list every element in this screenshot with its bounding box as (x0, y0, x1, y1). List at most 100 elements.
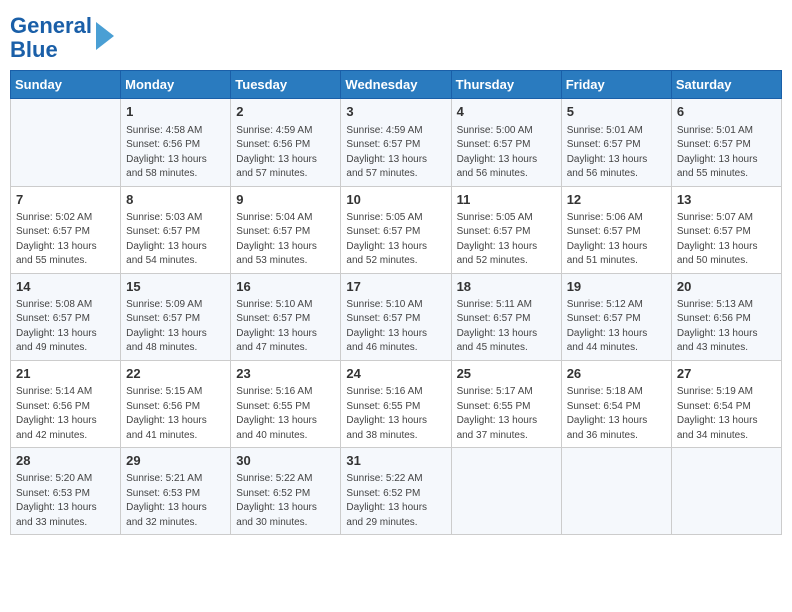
day-number: 22 (126, 365, 225, 383)
day-number: 18 (457, 278, 556, 296)
calendar-cell: 22 Sunrise: 5:15 AM Sunset: 6:56 PM Dayli… (121, 360, 231, 447)
day-number: 10 (346, 191, 445, 209)
calendar-cell: 12 Sunrise: 5:06 AM Sunset: 6:57 PM Dayli… (561, 186, 671, 273)
calendar-cell: 28 Sunrise: 5:20 AM Sunset: 6:53 PM Dayli… (11, 448, 121, 535)
cell-content: Sunrise: 5:07 AM Sunset: 6:57 PM Dayligh… (677, 211, 776, 269)
cell-content: Sunrise: 5:15 AM Sunset: 6:56 PM Dayligh… (126, 385, 225, 443)
calendar-cell: 1Sunrise: 4:58 AM Sunset: 6:56 PM Daylig… (121, 99, 231, 186)
calendar-cell: 20 Sunrise: 5:13 AM Sunset: 6:56 PM Dayli… (671, 273, 781, 360)
calendar-cell (451, 448, 561, 535)
calendar-table: SundayMondayTuesdayWednesdayThursdayFrid… (10, 70, 782, 535)
calendar-cell: 31Sunrise: 5:22 AM Sunset: 6:52 PM Dayli… (341, 448, 451, 535)
calendar-cell: 24Sunrise: 5:16 AM Sunset: 6:55 PM Dayli… (341, 360, 451, 447)
calendar-cell: 16 Sunrise: 5:10 AM Sunset: 6:57 PM Dayli… (231, 273, 341, 360)
cell-content: Sunrise: 5:05 AM Sunset: 6:57 PM Dayligh… (346, 211, 445, 269)
cell-content: Sunrise: 5:02 AM Sunset: 6:57 PM Dayligh… (16, 211, 115, 269)
calendar-cell: 11Sunrise: 5:05 AM Sunset: 6:57 PM Dayli… (451, 186, 561, 273)
cell-content: Sunrise: 5:22 AM Sunset: 6:52 PM Dayligh… (236, 472, 335, 530)
day-number: 28 (16, 452, 115, 470)
cell-content: Sunrise: 5:08 AM Sunset: 6:57 PM Dayligh… (16, 298, 115, 356)
calendar-cell: 7 Sunrise: 5:02 AM Sunset: 6:57 PM Daylig… (11, 186, 121, 273)
calendar-cell: 29Sunrise: 5:21 AM Sunset: 6:53 PM Dayli… (121, 448, 231, 535)
calendar-cell (561, 448, 671, 535)
header-tuesday: Tuesday (231, 71, 341, 99)
week-row-1: 1Sunrise: 4:58 AM Sunset: 6:56 PM Daylig… (11, 99, 782, 186)
cell-content: Sunrise: 5:03 AM Sunset: 6:57 PM Dayligh… (126, 211, 225, 269)
cell-content: Sunrise: 5:18 AM Sunset: 6:54 PM Dayligh… (567, 385, 666, 443)
day-number: 12 (567, 191, 666, 209)
header-wednesday: Wednesday (341, 71, 451, 99)
day-number: 4 (457, 103, 556, 121)
calendar-cell: 2 Sunrise: 4:59 AM Sunset: 6:56 PM Daylig… (231, 99, 341, 186)
cell-content: Sunrise: 4:59 AM Sunset: 6:57 PM Dayligh… (346, 124, 445, 182)
cell-content: Sunrise: 5:16 AM Sunset: 6:55 PM Dayligh… (346, 385, 445, 443)
day-number: 8 (126, 191, 225, 209)
day-number: 26 (567, 365, 666, 383)
cell-content: Sunrise: 5:10 AM Sunset: 6:57 PM Dayligh… (236, 298, 335, 356)
calendar-cell: 4 Sunrise: 5:00 AM Sunset: 6:57 PM Daylig… (451, 99, 561, 186)
calendar-cell (671, 448, 781, 535)
day-number: 23 (236, 365, 335, 383)
day-number: 17 (346, 278, 445, 296)
cell-content: Sunrise: 5:06 AM Sunset: 6:57 PM Dayligh… (567, 211, 666, 269)
calendar-cell: 25Sunrise: 5:17 AM Sunset: 6:55 PM Dayli… (451, 360, 561, 447)
header-thursday: Thursday (451, 71, 561, 99)
day-number: 6 (677, 103, 776, 121)
header-sunday: Sunday (11, 71, 121, 99)
calendar-cell: 9 Sunrise: 5:04 AM Sunset: 6:57 PM Daylig… (231, 186, 341, 273)
day-number: 27 (677, 365, 776, 383)
day-number: 5 (567, 103, 666, 121)
day-number: 20 (677, 278, 776, 296)
cell-content: Sunrise: 5:12 AM Sunset: 6:57 PM Dayligh… (567, 298, 666, 356)
logo-text: General Blue (10, 14, 92, 62)
calendar-cell: 6 Sunrise: 5:01 AM Sunset: 6:57 PM Daylig… (671, 99, 781, 186)
cell-content: Sunrise: 5:16 AM Sunset: 6:55 PM Dayligh… (236, 385, 335, 443)
calendar-cell: 3 Sunrise: 4:59 AM Sunset: 6:57 PM Daylig… (341, 99, 451, 186)
cell-content: Sunrise: 5:22 AM Sunset: 6:52 PM Dayligh… (346, 472, 445, 530)
week-row-2: 7 Sunrise: 5:02 AM Sunset: 6:57 PM Daylig… (11, 186, 782, 273)
calendar-cell: 18 Sunrise: 5:11 AM Sunset: 6:57 PM Dayli… (451, 273, 561, 360)
cell-content: Sunrise: 5:11 AM Sunset: 6:57 PM Dayligh… (457, 298, 556, 356)
page-header: General Blue (10, 10, 782, 62)
header-friday: Friday (561, 71, 671, 99)
cell-content: Sunrise: 5:19 AM Sunset: 6:54 PM Dayligh… (677, 385, 776, 443)
calendar-cell: 13 Sunrise: 5:07 AM Sunset: 6:57 PM Dayli… (671, 186, 781, 273)
day-number: 2 (236, 103, 335, 121)
day-number: 7 (16, 191, 115, 209)
day-number: 14 (16, 278, 115, 296)
day-number: 9 (236, 191, 335, 209)
day-number: 3 (346, 103, 445, 121)
day-number: 1 (126, 103, 225, 121)
cell-content: Sunrise: 5:09 AM Sunset: 6:57 PM Dayligh… (126, 298, 225, 356)
day-number: 25 (457, 365, 556, 383)
week-row-5: 28 Sunrise: 5:20 AM Sunset: 6:53 PM Dayli… (11, 448, 782, 535)
cell-content: Sunrise: 5:20 AM Sunset: 6:53 PM Dayligh… (16, 472, 115, 530)
day-number: 30 (236, 452, 335, 470)
logo-arrow-icon (96, 22, 114, 50)
calendar-cell: 17 Sunrise: 5:10 AM Sunset: 6:57 PM Dayli… (341, 273, 451, 360)
header-monday: Monday (121, 71, 231, 99)
cell-content: Sunrise: 5:10 AM Sunset: 6:57 PM Dayligh… (346, 298, 445, 356)
calendar-cell: 23 Sunrise: 5:16 AM Sunset: 6:55 PM Dayli… (231, 360, 341, 447)
calendar-cell: 21Sunrise: 5:14 AM Sunset: 6:56 PM Dayli… (11, 360, 121, 447)
cell-content: Sunrise: 5:04 AM Sunset: 6:57 PM Dayligh… (236, 211, 335, 269)
logo-general: General (10, 13, 92, 38)
day-number: 29 (126, 452, 225, 470)
day-number: 19 (567, 278, 666, 296)
calendar-cell: 19 Sunrise: 5:12 AM Sunset: 6:57 PM Dayli… (561, 273, 671, 360)
header-saturday: Saturday (671, 71, 781, 99)
day-number: 21 (16, 365, 115, 383)
day-number: 15 (126, 278, 225, 296)
calendar-cell: 10 Sunrise: 5:05 AM Sunset: 6:57 PM Dayli… (341, 186, 451, 273)
cell-content: Sunrise: 5:01 AM Sunset: 6:57 PM Dayligh… (677, 124, 776, 182)
day-number: 13 (677, 191, 776, 209)
cell-content: Sunrise: 5:05 AM Sunset: 6:57 PM Dayligh… (457, 211, 556, 269)
calendar-cell: 15 Sunrise: 5:09 AM Sunset: 6:57 PM Dayli… (121, 273, 231, 360)
cell-content: Sunrise: 5:00 AM Sunset: 6:57 PM Dayligh… (457, 124, 556, 182)
week-row-3: 14 Sunrise: 5:08 AM Sunset: 6:57 PM Dayli… (11, 273, 782, 360)
calendar-cell: 5Sunrise: 5:01 AM Sunset: 6:57 PM Daylig… (561, 99, 671, 186)
day-number: 16 (236, 278, 335, 296)
cell-content: Sunrise: 5:13 AM Sunset: 6:56 PM Dayligh… (677, 298, 776, 356)
cell-content: Sunrise: 4:59 AM Sunset: 6:56 PM Dayligh… (236, 124, 335, 182)
logo: General Blue (10, 10, 114, 62)
